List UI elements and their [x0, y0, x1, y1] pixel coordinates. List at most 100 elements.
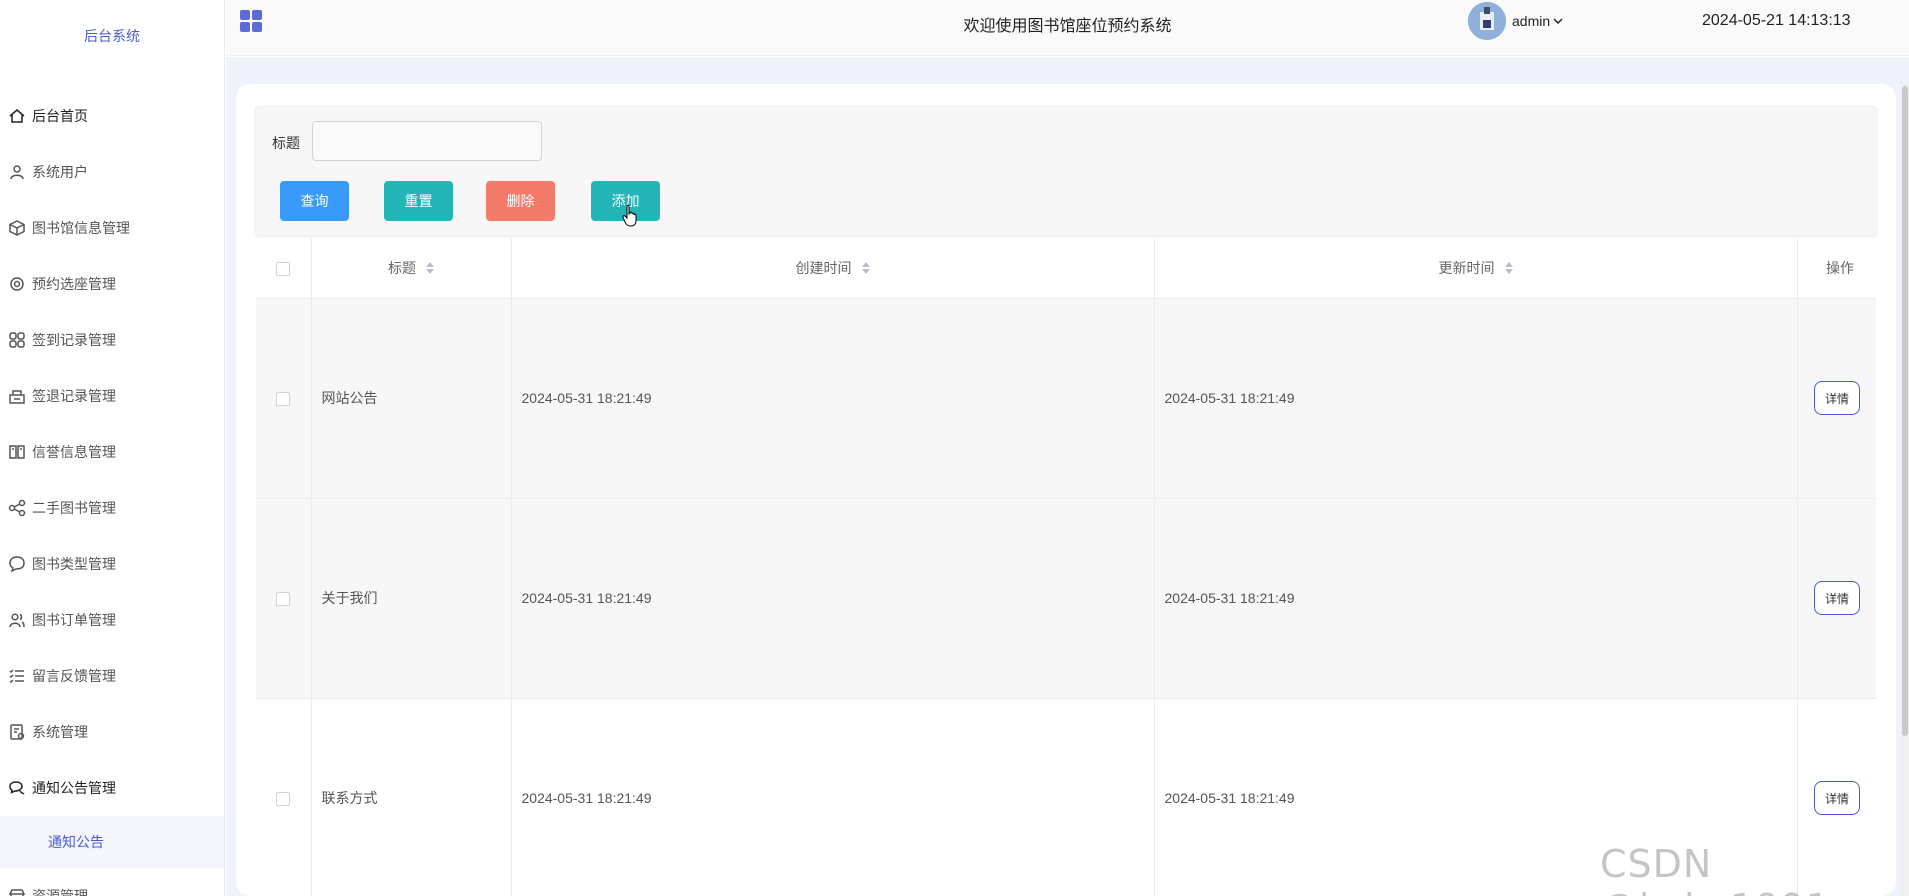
cell-updated: 2024-05-31 18:21:49 [1154, 498, 1798, 699]
menu-toggle-icon[interactable] [240, 10, 262, 32]
gear-icon [8, 275, 26, 293]
sidebar-item-label: 签退记录管理 [32, 388, 116, 404]
title-filter-input[interactable] [312, 121, 542, 161]
sidebar-menu: 后台首页 系统用户 图书馆信息管理 预约选座管理 签到记录管理 签退记录管理 信… [0, 88, 224, 896]
sidebar-item-book-types[interactable]: 图书类型管理 [0, 536, 224, 592]
brand-title: 后台系统 [84, 28, 140, 44]
sidebar-subitem-notice[interactable]: 通知公告 [0, 816, 224, 868]
user-menu[interactable]: admin [1468, 2, 1563, 40]
sidebar-item-checkin[interactable]: 签到记录管理 [0, 312, 224, 368]
row-checkbox[interactable] [276, 392, 291, 407]
sidebar-item-label: 预约选座管理 [32, 276, 116, 292]
header-title[interactable]: 标题 [311, 238, 512, 299]
cell-created: 2024-05-31 18:21:49 [511, 498, 1155, 699]
username: admin [1512, 13, 1551, 29]
cell-created: 2024-05-31 18:21:49 [511, 698, 1155, 896]
sidebar-item-checkout[interactable]: 签退记录管理 [0, 368, 224, 424]
row-select-cell [256, 298, 312, 499]
sort-icon[interactable] [861, 261, 870, 274]
sidebar-item-notice-management[interactable]: 通知公告管理 [0, 760, 224, 816]
grid-icon [8, 331, 26, 349]
shop-icon [8, 887, 26, 896]
scrollbar-thumb[interactable] [1902, 86, 1908, 736]
row-checkbox[interactable] [276, 792, 291, 807]
select-all-cell [256, 238, 312, 299]
cell-title: 联系方式 [311, 698, 512, 896]
sidebar-item-system-users[interactable]: 系统用户 [0, 144, 224, 200]
title-filter-label: 标题 [272, 135, 300, 151]
cell-updated: 2024-05-31 18:21:49 [1154, 298, 1798, 499]
chat-bubbles-icon [8, 779, 26, 797]
sidebar-item-label: 后台首页 [32, 108, 88, 124]
table-row: 关于我们 2024-05-31 18:21:49 2024-05-31 18:2… [256, 498, 1876, 699]
sort-icon[interactable] [1504, 261, 1513, 274]
query-button[interactable]: 查询 [280, 181, 349, 221]
detail-button[interactable]: 详情 [1814, 781, 1860, 815]
add-button[interactable]: 添加 [591, 181, 660, 221]
home-icon [8, 107, 26, 125]
cell-created: 2024-05-31 18:21:49 [511, 298, 1155, 499]
sidebar-item-label: 签到记录管理 [32, 332, 116, 348]
page-title: 欢迎使用图书馆座位预约系统 [963, 18, 1172, 35]
row-select-cell [256, 498, 312, 699]
sort-icon[interactable] [426, 261, 434, 274]
select-all-checkbox[interactable] [276, 261, 291, 276]
cell-ops: 详情 [1797, 498, 1876, 699]
sidebar-item-system-management[interactable]: 系统管理 [0, 704, 224, 760]
avatar [1468, 2, 1506, 40]
table-header-row: 标题 创建时间 更新时间 操作 [256, 238, 1876, 299]
sidebar-item-label: 图书馆信息管理 [32, 220, 130, 236]
sidebar-item-label: 二手图书管理 [32, 500, 116, 516]
cell-updated: 2024-05-31 18:21:49 [1154, 698, 1798, 896]
header-title-label: 标题 [388, 259, 416, 276]
header-created[interactable]: 创建时间 [511, 238, 1155, 299]
chevron-down-icon [1553, 18, 1563, 25]
sidebar-item-label: 系统管理 [32, 724, 88, 740]
top-header: 欢迎使用图书馆座位预约系统 admin 2024-05-21 14:13:13 [226, 0, 1909, 56]
header-updated-label: 更新时间 [1438, 259, 1495, 276]
row-select-cell [256, 698, 312, 896]
header-ops: 操作 [1797, 238, 1876, 299]
book-icon [8, 443, 26, 461]
row-checkbox[interactable] [276, 592, 291, 607]
notice-table: 标题 创建时间 更新时间 操作 网站公告 2024-05-31 18:21:49… [256, 238, 1876, 896]
sidebar-item-credit[interactable]: 信誉信息管理 [0, 424, 224, 480]
header-created-label: 创建时间 [795, 259, 852, 276]
sidebar-item-label: 系统用户 [32, 164, 88, 180]
sidebar-item-book-orders[interactable]: 图书订单管理 [0, 592, 224, 648]
table-row: 网站公告 2024-05-31 18:21:49 2024-05-31 18:2… [256, 298, 1876, 499]
user-icon [8, 163, 26, 181]
cell-ops: 详情 [1797, 698, 1876, 896]
cube-icon [8, 219, 26, 237]
users-icon [8, 611, 26, 629]
share-icon [8, 499, 26, 517]
checklist-icon [8, 667, 26, 685]
sidebar-item-home[interactable]: 后台首页 [0, 88, 224, 144]
sidebar: 后台系统 后台首页 系统用户 图书馆信息管理 预约选座管理 签到记录管理 签退记… [0, 0, 225, 896]
sidebar-item-label: 留言反馈管理 [32, 668, 116, 684]
settings-doc-icon [8, 723, 26, 741]
header-updated[interactable]: 更新时间 [1154, 238, 1798, 299]
sidebar-item-label: 资源管理 [32, 888, 88, 896]
delete-button[interactable]: 删除 [486, 181, 555, 221]
reset-button[interactable]: 重置 [384, 181, 453, 221]
chat-icon [8, 555, 26, 573]
sidebar-item-label: 图书订单管理 [32, 612, 116, 628]
sidebar-item-library-info[interactable]: 图书馆信息管理 [0, 200, 224, 256]
sidebar-item-label: 通知公告管理 [32, 780, 116, 796]
cell-ops: 详情 [1797, 298, 1876, 499]
table-row: 联系方式 2024-05-31 18:21:49 2024-05-31 18:2… [256, 698, 1876, 896]
detail-button[interactable]: 详情 [1814, 381, 1860, 415]
sidebar-item-seat-booking[interactable]: 预约选座管理 [0, 256, 224, 312]
sidebar-item-label: 信誉信息管理 [32, 444, 116, 460]
sidebar-item-feedback[interactable]: 留言反馈管理 [0, 648, 224, 704]
cell-title: 网站公告 [311, 298, 512, 499]
filter-panel: 标题 查询 重置 删除 添加 [255, 106, 1877, 236]
cell-title: 关于我们 [311, 498, 512, 699]
datetime-display: 2024-05-21 14:13:13 [1702, 12, 1851, 29]
cashier-icon [8, 387, 26, 405]
sidebar-item-secondhand-books[interactable]: 二手图书管理 [0, 480, 224, 536]
sidebar-item-resource-management[interactable]: 资源管理 [0, 868, 224, 896]
detail-button[interactable]: 详情 [1814, 581, 1860, 615]
sidebar-item-label: 图书类型管理 [32, 556, 116, 572]
